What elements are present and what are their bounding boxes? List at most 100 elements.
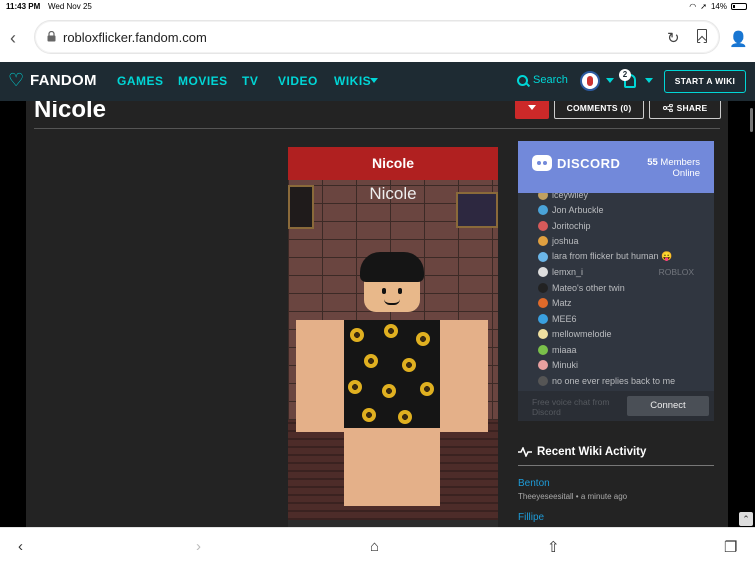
- recent-activity-heading: Recent Wiki Activity: [518, 446, 646, 458]
- battery-percent: 14%: [710, 2, 727, 11]
- discord-member[interactable]: MEE6: [538, 311, 714, 327]
- start-a-wiki-button[interactable]: START A WIKI: [664, 70, 746, 93]
- member-name: Mateo's other twin: [552, 282, 625, 293]
- discord-member[interactable]: lara from flicker but human 😛: [538, 249, 714, 265]
- bookmark-icon[interactable]: [697, 29, 707, 43]
- wifi-icon: ◠: [689, 2, 697, 11]
- wikis-caret-icon[interactable]: [370, 78, 378, 83]
- character-hair: [360, 252, 424, 282]
- home-icon[interactable]: ⌂: [370, 538, 379, 555]
- page-scrollbar[interactable]: [750, 101, 753, 527]
- character-left-leg: [344, 428, 392, 506]
- comments-button[interactable]: COMMENTS (0): [554, 101, 644, 119]
- discord-member-count: 55 Members Online: [647, 157, 700, 179]
- member-avatar: [538, 282, 548, 293]
- discord-member[interactable]: Minuki: [538, 358, 714, 374]
- user-avatar[interactable]: [580, 71, 600, 91]
- character-image[interactable]: Nicole: [288, 180, 498, 520]
- member-count-number: 55: [647, 157, 658, 168]
- character-infobox: Nicole Nicole: [288, 147, 498, 527]
- edit-dropdown-button[interactable]: [515, 101, 549, 119]
- share-sheet-icon[interactable]: ⇧: [547, 538, 560, 556]
- character-right-leg: [392, 428, 440, 506]
- fandom-logo[interactable]: ♡ FANDOM: [8, 71, 97, 89]
- reload-icon[interactable]: ↻: [667, 29, 680, 47]
- activity-pulse-icon: [518, 447, 532, 457]
- back-icon[interactable]: ‹: [18, 538, 23, 555]
- discord-member[interactable]: lemxn_i ROBLOX: [538, 265, 714, 281]
- activity-page-link[interactable]: Fillipe: [518, 512, 544, 523]
- profile-icon[interactable]: 👤: [729, 30, 748, 48]
- status-time: 11:43 PM: [6, 2, 41, 11]
- member-avatar: [538, 313, 548, 324]
- forward-icon[interactable]: ›: [196, 538, 201, 555]
- member-name: miaaa: [552, 344, 577, 355]
- member-avatar: [538, 375, 548, 386]
- online-label: Online: [672, 168, 700, 179]
- nav-wikis[interactable]: WIKIS: [334, 74, 371, 88]
- discord-member[interactable]: no one ever replies back to me: [538, 373, 714, 389]
- member-name: MEE6: [552, 313, 577, 324]
- nav-movies[interactable]: MOVIES: [178, 74, 228, 88]
- member-avatar: [538, 205, 548, 216]
- search-icon: [517, 74, 528, 86]
- discord-member[interactable]: Mateo's other twin: [538, 280, 714, 296]
- fandom-global-nav: ♡ FANDOM GAMES MOVIES TV VIDEO WIKIS Sea…: [0, 62, 755, 101]
- character-torso: [344, 320, 440, 428]
- member-name: lara from flicker but human 😛: [552, 251, 673, 262]
- member-game: ROBLOX: [658, 267, 694, 278]
- member-avatar: [538, 251, 548, 262]
- recent-activity-title: Recent Wiki Activity: [537, 446, 647, 458]
- status-date: Wed Nov 25: [48, 2, 92, 11]
- discord-member-list[interactable]: iceywiley Jon Arbuckle Joritochip joshua lar…: [538, 187, 714, 404]
- member-avatar: [538, 344, 548, 355]
- member-avatar: [538, 220, 548, 231]
- member-name: Jon Arbuckle: [552, 205, 604, 216]
- discord-footer-hint: Free voice chat from Discord: [532, 397, 610, 417]
- member-name: Matz: [552, 298, 572, 309]
- lock-icon: [47, 31, 56, 42]
- notification-badge: 2: [619, 69, 631, 81]
- discord-member[interactable]: Jon Arbuckle: [538, 203, 714, 219]
- discord-member[interactable]: Matz: [538, 296, 714, 312]
- members-label: Members: [660, 157, 700, 168]
- character-eye: [382, 288, 386, 294]
- page-body: Nicole COMMENTS (0) SHARE Nicole Nicole: [0, 101, 755, 527]
- page-title: Nicole: [34, 101, 107, 123]
- character-right-arm: [440, 320, 488, 432]
- member-avatar: [538, 267, 548, 278]
- scrollbar-thumb[interactable]: [750, 108, 753, 132]
- nav-games[interactable]: GAMES: [117, 74, 164, 88]
- activity-page-link[interactable]: Benton: [518, 478, 550, 489]
- member-name: lemxn_i: [552, 267, 584, 278]
- character-eye: [398, 288, 402, 294]
- discord-member[interactable]: miaaa: [538, 342, 714, 358]
- discord-member[interactable]: joshua: [538, 234, 714, 250]
- article-content: Nicole COMMENTS (0) SHARE Nicole Nicole: [26, 101, 728, 527]
- discord-connect-button[interactable]: Connect: [627, 396, 709, 416]
- search-button[interactable]: Search: [517, 74, 568, 86]
- comments-label: COMMENTS (0): [566, 103, 632, 113]
- discord-member[interactable]: mellowmelodie: [538, 327, 714, 343]
- discord-member[interactable]: Joritochip: [538, 218, 714, 234]
- share-button[interactable]: SHARE: [649, 101, 721, 119]
- user-menu-caret-icon[interactable]: [606, 78, 614, 83]
- discord-icon: [532, 155, 552, 171]
- url-field[interactable]: robloxflicker.fandom.com ↻: [34, 20, 720, 54]
- member-avatar: [538, 329, 548, 340]
- fandom-logo-text: FANDOM: [30, 71, 97, 89]
- scroll-to-top-chevron-icon[interactable]: ⌃: [739, 512, 753, 526]
- browser-address-bar: ‹ robloxflicker.fandom.com ↻ 👤: [0, 14, 755, 62]
- discord-brand: DISCORD: [557, 155, 621, 171]
- tabs-icon[interactable]: ❐: [724, 538, 737, 556]
- notifications-caret-icon[interactable]: [645, 78, 653, 83]
- nav-video[interactable]: VIDEO: [278, 74, 318, 88]
- share-icon: [662, 104, 673, 112]
- location-icon: ➚: [700, 2, 707, 11]
- back-chevron-icon[interactable]: ‹: [10, 28, 16, 49]
- status-right: ◠ ➚ 14%: [689, 2, 747, 11]
- member-name: mellowmelodie: [552, 329, 612, 340]
- nav-tv[interactable]: TV: [242, 74, 258, 88]
- discord-logo[interactable]: DISCORD: [532, 155, 620, 171]
- activity-divider: [518, 465, 714, 466]
